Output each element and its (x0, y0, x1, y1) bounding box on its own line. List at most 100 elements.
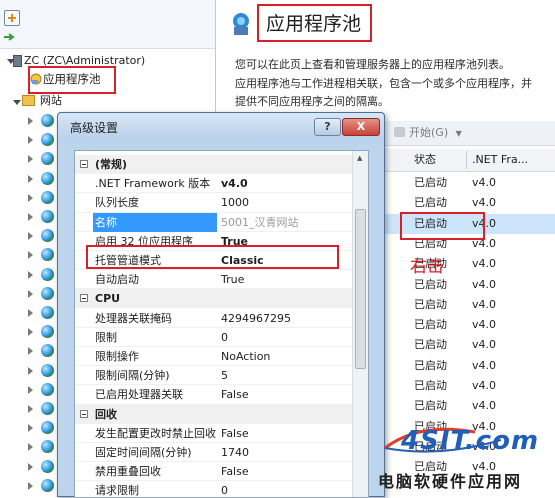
expand-site-icon[interactable] (28, 289, 33, 298)
column-header-framework[interactable]: .NET Fra... (472, 149, 528, 171)
property-row[interactable]: .NET Framework 版本 v4.0 (75, 174, 352, 194)
property-value[interactable]: False (221, 424, 349, 443)
app-pool-row[interactable]: 已启动 v4.0 (384, 356, 555, 376)
site-globe-icon[interactable] (41, 267, 54, 281)
property-value[interactable]: 5 (221, 366, 349, 385)
property-name: .NET Framework 版本 (95, 177, 211, 191)
add-connection-icon[interactable] (4, 10, 20, 26)
expand-site-icon[interactable] (28, 193, 33, 202)
site-globe-icon[interactable] (41, 402, 54, 415)
expand-site-icon[interactable] (28, 347, 33, 356)
scrollbar-thumb[interactable] (355, 209, 366, 369)
row-framework: v4.0 (472, 257, 497, 271)
expand-site-icon[interactable] (28, 251, 33, 260)
property-value[interactable]: 1000 (221, 193, 349, 212)
app-pool-row[interactable]: 已启动 v4.0 (384, 275, 555, 295)
expand-site-icon[interactable] (28, 174, 33, 183)
app-pool-row[interactable]: 已启动 v4.0 (384, 295, 555, 315)
site-globe-icon[interactable] (41, 248, 54, 262)
expand-site-icon[interactable] (28, 462, 33, 471)
app-pool-row[interactable]: 已启动 v4.0 (384, 173, 555, 193)
collapse-icon[interactable] (80, 160, 88, 168)
collapse-icon[interactable] (80, 409, 88, 418)
property-value[interactable]: True (221, 270, 349, 289)
site-globe-icon[interactable] (41, 286, 54, 300)
site-globe-icon[interactable] (41, 133, 54, 147)
expand-site-icon[interactable] (28, 424, 33, 433)
app-pool-row[interactable]: 已启动 v4.0 (384, 396, 555, 416)
column-header-status[interactable]: 状态 (414, 149, 436, 171)
pipeline-mode-highlight-box (86, 245, 339, 269)
property-value[interactable]: False (221, 462, 349, 481)
site-globe-icon[interactable] (41, 363, 54, 377)
help-button[interactable]: ? (314, 118, 341, 136)
expand-site-icon[interactable] (28, 443, 33, 452)
app-pool-row[interactable]: 已启动 v4.0 (384, 193, 555, 213)
category-general[interactable]: (常规) (75, 155, 352, 174)
expand-site-icon[interactable] (28, 117, 33, 125)
site-globe-icon[interactable] (41, 210, 54, 223)
property-value[interactable]: 0 (221, 328, 349, 347)
site-globe-icon[interactable] (41, 459, 54, 473)
collapse-icon[interactable] (80, 294, 88, 303)
property-row[interactable]: 请求限制 0 (75, 481, 352, 497)
site-globe-icon[interactable] (41, 421, 54, 435)
property-value[interactable]: 1740 (221, 443, 349, 462)
site-globe-icon[interactable] (41, 325, 54, 339)
expand-sites-icon[interactable] (13, 100, 21, 105)
expand-site-icon[interactable] (28, 366, 33, 375)
app-pool-row[interactable]: 已启动 v4.0 (384, 315, 555, 335)
property-value[interactable]: 0 (221, 481, 349, 497)
property-value[interactable]: 5001_汉青网站 (221, 213, 349, 232)
property-row[interactable]: 已启用处理器关联 False (75, 385, 352, 405)
property-row[interactable]: 发生配置更改时禁止回收 False (75, 424, 352, 443)
app-pool-row[interactable]: 已启动 v4.0 (384, 376, 555, 396)
expand-site-icon[interactable] (28, 481, 33, 490)
property-value[interactable]: 4294967295 (221, 309, 349, 328)
property-row[interactable]: 限制 0 (75, 328, 352, 347)
property-row[interactable]: 自动启动 True (75, 270, 352, 290)
right-click-annotation: 右击 (410, 257, 444, 277)
expand-site-icon[interactable] (28, 328, 33, 337)
dialog-titlebar[interactable]: 高级设置 ? X (58, 113, 384, 141)
start-button[interactable]: 开始(G) ▼ (394, 124, 462, 142)
property-value[interactable]: False (221, 385, 349, 404)
site-globe-icon[interactable] (41, 152, 54, 166)
row-framework: v4.0 (472, 176, 497, 189)
property-row[interactable]: 限制操作 NoAction (75, 347, 352, 367)
property-grid-scrollbar[interactable]: ▲ (352, 151, 368, 497)
property-value[interactable]: v4.0 (221, 174, 349, 193)
category-recycling[interactable]: 回收 (75, 404, 352, 424)
connect-arrow-icon[interactable] (4, 32, 16, 42)
property-row[interactable]: 禁用重叠回收 False (75, 462, 352, 482)
property-row[interactable]: 限制间隔(分钟) 5 (75, 366, 352, 386)
site-globe-icon[interactable] (41, 190, 54, 204)
property-row[interactable]: 队列长度 1000 (75, 193, 352, 213)
property-row[interactable]: 处理器关联掩码 4294967295 (75, 309, 352, 328)
property-value[interactable]: NoAction (221, 347, 349, 366)
site-globe-icon[interactable] (41, 382, 54, 396)
tree-item-sites[interactable]: 网站 (40, 93, 62, 109)
property-row[interactable]: 固定时间间隔(分钟) 1740 (75, 443, 352, 463)
site-globe-icon[interactable] (41, 344, 54, 358)
close-button[interactable]: X (342, 118, 380, 136)
expand-site-icon[interactable] (28, 309, 33, 317)
site-globe-icon[interactable] (41, 478, 54, 492)
site-globe-icon[interactable] (41, 306, 54, 319)
scroll-up-icon[interactable]: ▲ (357, 154, 362, 162)
site-globe-icon[interactable] (41, 171, 54, 185)
site-globe-icon[interactable] (41, 114, 54, 127)
page-title-highlight-box (257, 4, 372, 42)
site-globe-icon[interactable] (41, 229, 54, 243)
expand-site-icon[interactable] (28, 155, 33, 164)
expand-site-icon[interactable] (28, 232, 33, 241)
app-pool-row[interactable]: 已启动 v4.0 (384, 335, 555, 355)
expand-site-icon[interactable] (28, 385, 33, 394)
property-row[interactable]: 名称 5001_汉青网站 (75, 212, 352, 232)
expand-site-icon[interactable] (28, 405, 33, 413)
expand-site-icon[interactable] (28, 136, 33, 145)
site-globe-icon[interactable] (41, 440, 54, 454)
expand-site-icon[interactable] (28, 213, 33, 221)
category-cpu[interactable]: CPU (75, 289, 352, 309)
expand-site-icon[interactable] (28, 270, 33, 279)
